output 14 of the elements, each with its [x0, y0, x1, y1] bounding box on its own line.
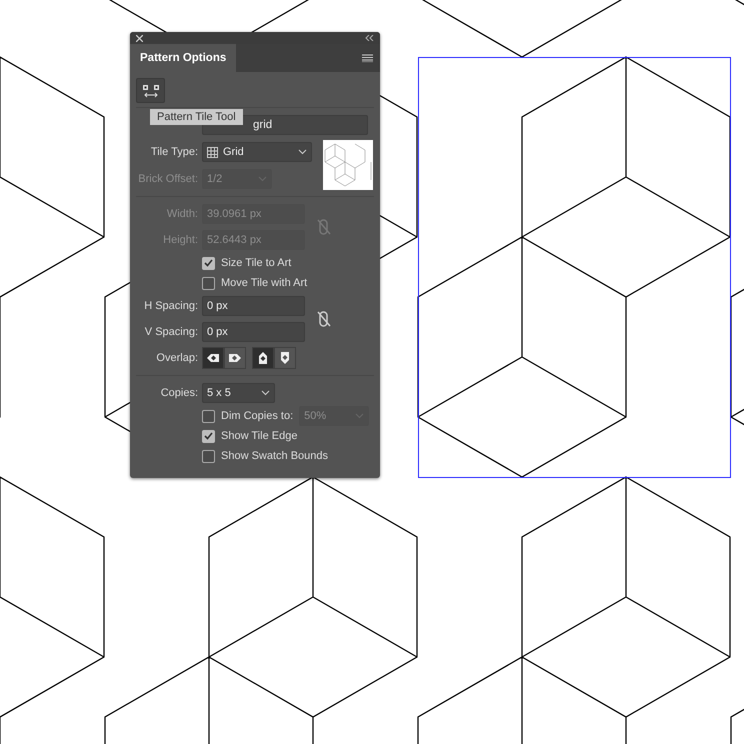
tooltip: Pattern Tile Tool	[150, 109, 243, 125]
h-spacing-label: H Spacing:	[143, 300, 198, 312]
copies-label: Copies:	[160, 387, 198, 399]
v-spacing-label: V Spacing:	[144, 326, 198, 338]
checkbox-label: Show Tile Edge	[221, 430, 298, 442]
overlap-label: Overlap:	[155, 352, 198, 364]
checkbox-label: Move Tile with Art	[221, 277, 308, 289]
checkbox-label: Dim Copies to:	[221, 410, 294, 422]
height-label: Height:	[162, 234, 198, 246]
checkbox-label: Show Swatch Bounds	[221, 450, 328, 462]
tile-type-label: Tile Type:	[150, 146, 198, 158]
brick-offset-label: Brick Offset:	[137, 173, 198, 185]
checkbox-label: Size Tile to Art	[221, 257, 292, 269]
width-label: Width:	[166, 208, 198, 220]
